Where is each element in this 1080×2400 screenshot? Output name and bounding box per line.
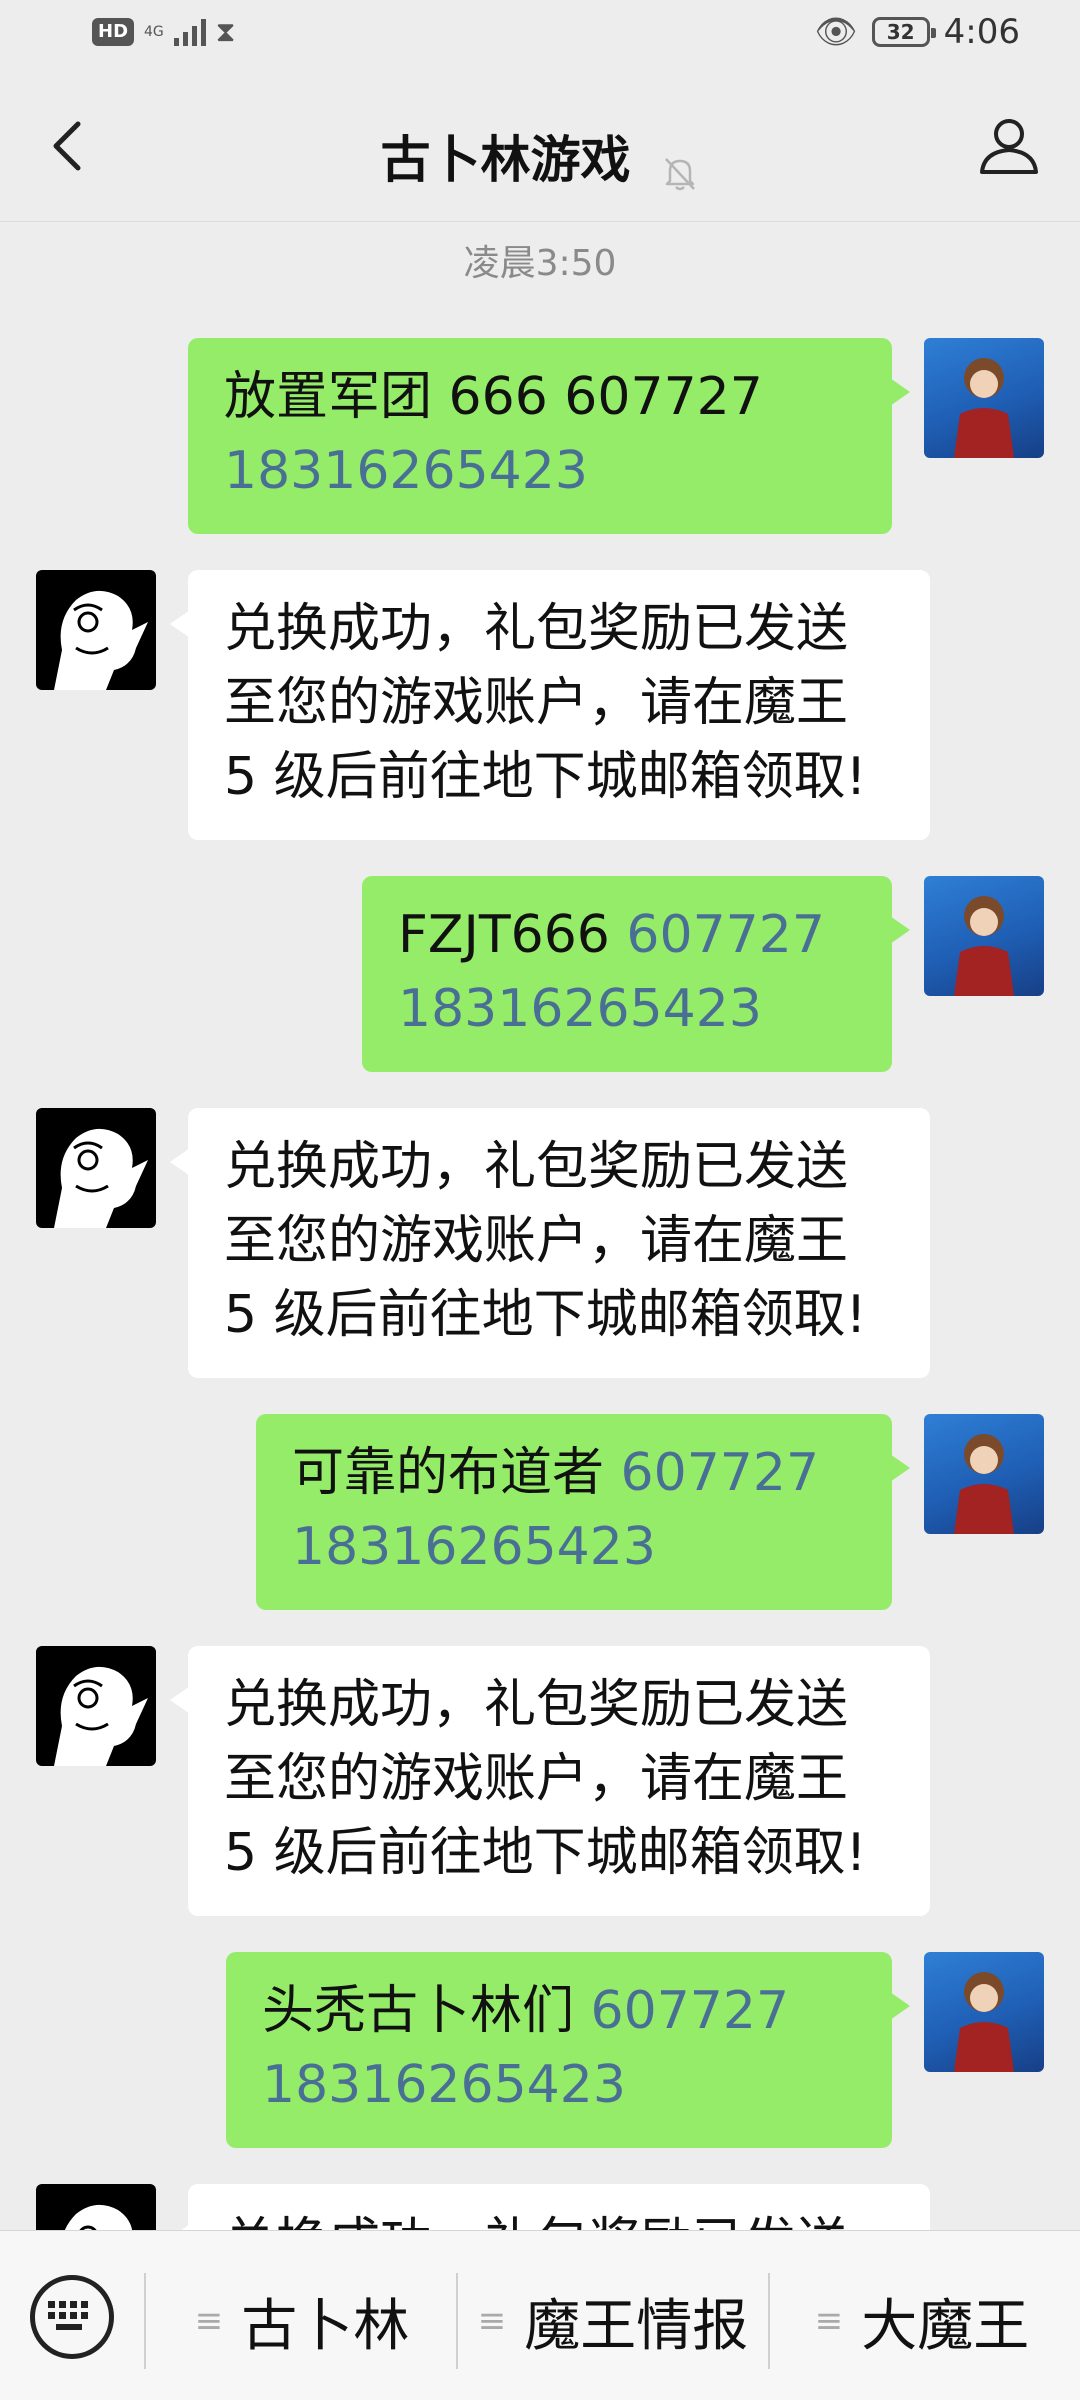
message-text: 头秃古卜林们	[262, 1981, 591, 2041]
person-icon[interactable]	[976, 112, 1042, 178]
header-title-wrap: 古卜林游戏	[0, 120, 1080, 193]
goblin-avatar-icon	[54, 1128, 148, 1228]
chat-title: 古卜林游戏	[380, 131, 631, 189]
message-text-line: 兑换成功，礼包奖励已发送	[224, 599, 849, 659]
message-text-line: 至您的游戏账户，请在魔王	[224, 1211, 849, 1271]
bot-avatar[interactable]	[36, 570, 156, 690]
chat-area[interactable]: 凌晨3:50 放置军团 666 607727 18316265423 兑换成功，…	[0, 222, 1080, 2230]
message-text-line: 兑换成功，礼包奖励已发送	[224, 1137, 849, 1197]
message-text-line: 至您的游戏账户，请在魔王	[224, 1749, 849, 1809]
menu-divider	[144, 2273, 146, 2369]
message-text-line: 放置军团 666 607727	[224, 360, 856, 434]
message-text-line: 至您的游戏账户，请在魔王	[224, 673, 849, 733]
chat-header: 古卜林游戏	[0, 76, 1080, 222]
self-avatar[interactable]	[924, 338, 1044, 458]
bot-avatar[interactable]	[36, 1108, 156, 1228]
self-avatar[interactable]	[924, 876, 1044, 996]
message-text: 可靠的布道者	[292, 1443, 621, 1503]
message-text-line: 兑换成功，礼包奖励已发送	[224, 1675, 849, 1735]
avatar-portrait-icon	[954, 1972, 1014, 2072]
menu-item-big-demon[interactable]: ≡ 大魔王	[772, 2271, 1072, 2371]
message-text-line: 可靠的布道者 607727	[292, 1436, 856, 1510]
hourglass-icon: ⧗	[215, 15, 236, 48]
signal-icon	[173, 18, 206, 46]
self-avatar[interactable]	[924, 1952, 1044, 2072]
goblin-avatar-icon	[54, 1666, 148, 1766]
status-left: HD 4G ⧗	[92, 18, 235, 46]
message-text-line: 5 级后前往地下城邮箱领取!	[224, 1823, 867, 1883]
bot-avatar[interactable]	[36, 1646, 156, 1766]
eye-icon: 👁	[814, 12, 858, 52]
menu-item-label: 大魔王	[861, 2293, 1030, 2359]
message-timestamp: 凌晨3:50	[463, 243, 617, 284]
goblin-avatar-icon	[64, 2204, 133, 2230]
message-number[interactable]: 607727	[621, 1443, 820, 1503]
message-bubble-self[interactable]: 可靠的布道者 607727 18316265423	[256, 1414, 910, 1610]
menu-item-demon-intel[interactable]: ≡ 魔王情报	[460, 2271, 766, 2371]
message-text-line: 5 级后前往地下城邮箱领取!	[224, 1285, 867, 1345]
avatar-portrait-icon	[954, 896, 1014, 996]
menu-divider	[768, 2273, 770, 2369]
phone-number[interactable]: 18316265423	[398, 972, 856, 1046]
menu-item-label: 古卜林	[241, 2293, 410, 2359]
message-number[interactable]: 607727	[626, 905, 825, 965]
message-bubble-self[interactable]: FZJT666 607727 18316265423	[362, 876, 910, 1072]
battery-icon: 32	[871, 17, 936, 47]
phone-number[interactable]: 18316265423	[292, 1510, 856, 1584]
message-text: FZJT666	[398, 905, 627, 965]
menu-lines-icon: ≡	[194, 2301, 224, 2341]
message-text: 放置军团 666 607727	[224, 367, 763, 427]
message-text-line: 兑换成功，礼包奖励已发送	[224, 2206, 894, 2230]
menu-item-label: 魔王情报	[524, 2293, 749, 2359]
message-number[interactable]: 607727	[591, 1981, 790, 2041]
avatar-portrait-icon	[954, 1434, 1014, 1534]
avatar-portrait-icon	[954, 358, 1014, 458]
self-avatar[interactable]	[924, 1414, 1044, 1534]
bottom-menu-bar: ≡ 古卜林 ≡ 魔王情报 ≡ 大魔王	[0, 2230, 1080, 2400]
keyboard-icon	[48, 2301, 88, 2330]
menu-lines-icon: ≡	[477, 2301, 507, 2341]
phone-number[interactable]: 18316265423	[262, 2048, 856, 2122]
keyboard-button[interactable]	[30, 2275, 114, 2359]
message-bubble-bot[interactable]: 兑换成功，礼包奖励已发送 至您的游戏账户，请在魔王 5 级后前往地下城邮箱领取!	[170, 1108, 930, 1378]
menu-item-goblin[interactable]: ≡ 古卜林	[150, 2271, 454, 2371]
status-time: 4:06	[943, 12, 1020, 52]
goblin-avatar-icon	[54, 590, 148, 690]
hd-badge: HD	[92, 18, 135, 46]
phone-number[interactable]: 18316265423	[224, 434, 856, 508]
status-right: 👁 32 4:06	[814, 12, 1020, 52]
message-bubble-self[interactable]: 头秃古卜林们 607727 18316265423	[226, 1952, 910, 2148]
message-bubble-bot[interactable]: 兑换成功，礼包奖励已发送 至您的游戏账户，请在魔王 5 级后前往地下城邮箱领取!	[170, 570, 930, 840]
message-text-line: FZJT666 607727	[398, 898, 856, 972]
menu-divider	[456, 2273, 458, 2369]
message-bubble-bot[interactable]: 兑换成功，礼包奖励已发送 至您的游戏账户，请在魔王 5 级后前往地下城邮箱领取!	[170, 1646, 930, 1916]
bot-avatar[interactable]	[36, 2184, 156, 2230]
message-bubble-bot[interactable]: 兑换成功，礼包奖励已发送	[170, 2184, 930, 2230]
message-text-line: 5 级后前往地下城邮箱领取!	[224, 747, 867, 807]
message-bubble-self[interactable]: 放置军团 666 607727 18316265423	[188, 338, 910, 534]
menu-lines-icon: ≡	[814, 2301, 844, 2341]
bell-muted-icon	[664, 157, 695, 190]
status-bar: HD 4G ⧗ 👁 32 4:06	[0, 0, 1080, 76]
network-type: 4G	[144, 24, 164, 40]
message-text-line: 头秃古卜林们 607727	[262, 1974, 856, 2048]
